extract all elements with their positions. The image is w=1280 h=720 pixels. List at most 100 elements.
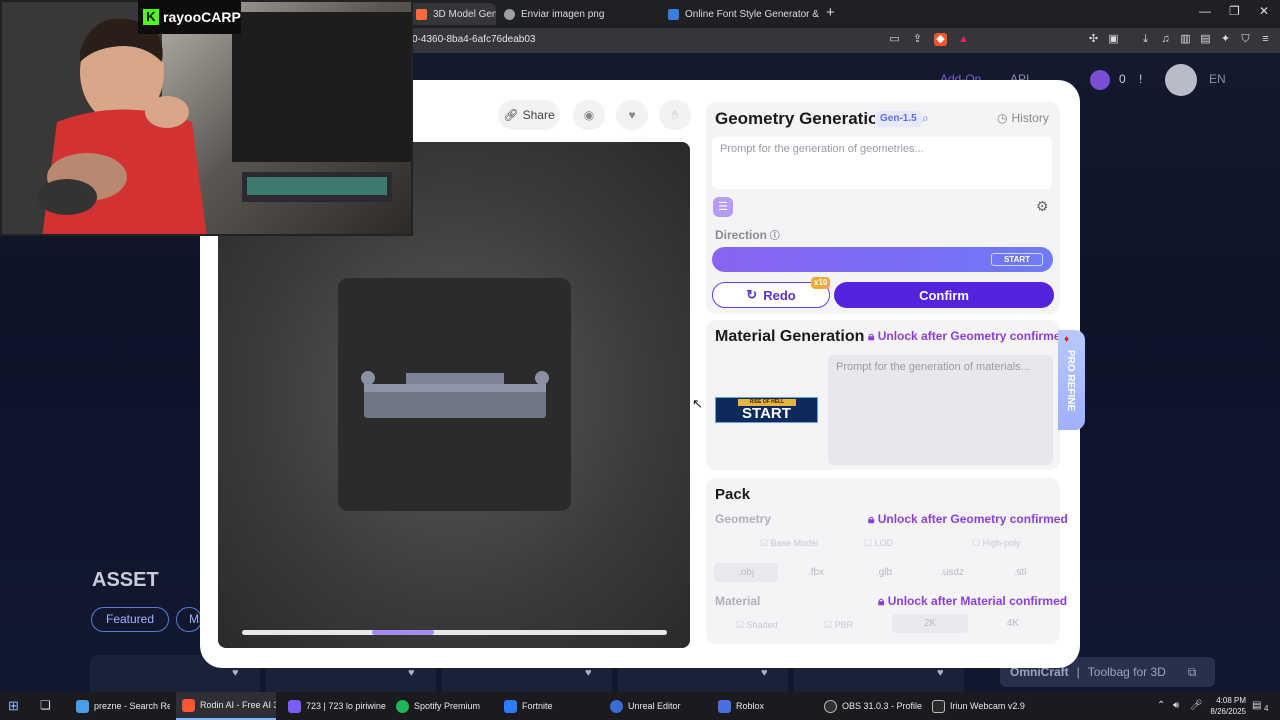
wallet-icon[interactable]: ▤	[1199, 33, 1212, 46]
format-glb[interactable]: .glb	[852, 563, 916, 582]
kick-icon: K	[143, 9, 159, 25]
tab-enviar-imagen[interactable]: Enviar imagen png	[496, 3, 656, 25]
taskbar-label: 723 | 723 lo piriwine...	[306, 701, 386, 711]
pack-title: Pack	[715, 486, 751, 503]
heart-icon[interactable]: ♥	[761, 667, 768, 679]
thumb-icon: ✋︎	[671, 107, 679, 122]
history-button[interactable]: ◷ History	[997, 111, 1049, 125]
credits-icon[interactable]	[1090, 70, 1110, 90]
pack-geometry-lock-text: Unlock after Geometry confirmed	[877, 512, 1068, 526]
lock-icon: 🔒︎	[868, 512, 878, 526]
format-fbx[interactable]: .fbx	[784, 563, 848, 582]
share-page-icon[interactable]: ⇪	[911, 33, 924, 46]
favorite-button[interactable]: ♥	[616, 100, 648, 130]
chip-more[interactable]: Mi	[176, 607, 202, 632]
brave-shield-icon[interactable]: ◆	[934, 33, 947, 46]
direction-bar[interactable]: START	[712, 247, 1053, 272]
avatar[interactable]	[1165, 64, 1197, 96]
windows-start-icon[interactable]: ⊞	[8, 698, 19, 714]
resolution-4k[interactable]: 4K	[975, 614, 1051, 633]
resolution-2k[interactable]: 2K	[892, 614, 968, 633]
taskbar-item-unreal[interactable]: Unreal Editor	[604, 692, 708, 720]
format-obj[interactable]: .obj	[714, 563, 778, 582]
taskbar-item-discord[interactable]: 723 | 723 lo piriwine...	[282, 692, 386, 720]
taskbar-item-search[interactable]: prezne - Search Res...	[70, 692, 170, 720]
taskbar-item-iriun[interactable]: Iriun Webcam v2.9	[926, 692, 1030, 720]
app-icon	[182, 698, 195, 712]
close-window-icon[interactable]: ✕	[1259, 4, 1269, 18]
media-icon[interactable]: ♫	[1159, 33, 1172, 46]
option-lod[interactable]: ☐ LOD	[864, 538, 893, 549]
notifications-icon[interactable]: ▤	[1252, 700, 1261, 711]
globe-icon	[504, 8, 515, 20]
taskbar-item-roblox[interactable]: Roblox	[712, 692, 816, 720]
material-prompt-input[interactable]: Prompt for the generation of materials..…	[828, 355, 1053, 465]
geometry-title: Geometry Generation	[715, 109, 889, 128]
brave-rewards-icon[interactable]: ▲	[957, 33, 970, 46]
sidebar-icon[interactable]: ▥	[1179, 33, 1192, 46]
taskbar-item-spotify[interactable]: Spotify Premium	[390, 692, 490, 720]
heart-icon[interactable]: ♥	[408, 667, 415, 679]
geometry-prompt-input[interactable]: Prompt for the generation of geometries.…	[712, 137, 1052, 189]
external-icon[interactable]: ⧉	[1188, 665, 1197, 680]
app-icon	[610, 699, 623, 713]
tab-search-icon[interactable]: ▣	[1107, 33, 1120, 46]
downloads-icon[interactable]: ⤓	[1139, 33, 1152, 46]
option-pbr[interactable]: ☑ PBR	[824, 620, 853, 631]
tray-chevron-icon[interactable]: ⌃	[1157, 700, 1165, 711]
like-button[interactable]: ✋︎	[659, 100, 691, 130]
option-shaded[interactable]: ☑ Shaded	[736, 620, 778, 631]
app-icon	[932, 699, 945, 713]
reference-image[interactable]: RISE OF HELL START	[715, 397, 818, 423]
tab-3d-model-gen[interactable]: 3D Model Gen ✕	[408, 3, 496, 25]
option-base-model[interactable]: ☑ Base Model	[760, 538, 818, 549]
model-version-badge[interactable]: Gen-1.5	[875, 111, 922, 127]
taskbar-item-rodin[interactable]: Rodin AI - Free AI 3...	[176, 692, 276, 720]
confirm-button[interactable]: Confirm	[834, 282, 1054, 308]
gear-icon[interactable]: ⚙	[1036, 198, 1049, 215]
tab-font-generator[interactable]: Online Font Style Generator & Text E	[660, 3, 820, 25]
site-favicon-icon	[416, 8, 427, 20]
menu-icon[interactable]: ≡	[1259, 33, 1272, 46]
search-icon[interactable]: ⌕	[922, 111, 929, 126]
task-view-icon[interactable]: ❏	[40, 698, 51, 712]
format-usdz[interactable]: .usdz	[920, 563, 984, 582]
option-high-poly[interactable]: ☐ High-poly	[972, 538, 1021, 549]
ai-sparkle-icon[interactable]: ✦	[1219, 33, 1232, 46]
minimize-icon[interactable]: —	[1199, 4, 1211, 18]
cast-icon[interactable]: ▭	[888, 33, 901, 46]
pro-refine-tab[interactable]: ♦ PRO REFINE	[1058, 330, 1085, 430]
taskbar-label: Roblox	[736, 701, 765, 711]
pro-refine-label: PRO REFINE	[1065, 350, 1076, 412]
extensions-icon[interactable]: ✣	[1087, 33, 1100, 46]
app-icon	[718, 699, 731, 713]
taskbar-label: Spotify Premium	[414, 701, 481, 711]
heart-icon[interactable]: ♥	[232, 667, 239, 679]
taskbar-label: prezne - Search Res...	[94, 701, 170, 711]
share-button[interactable]: 🔗︎ Share	[498, 100, 560, 130]
notification-badge[interactable]: !	[1139, 72, 1142, 86]
chip-featured[interactable]: Featured	[91, 607, 170, 632]
restore-icon[interactable]: ❐	[1229, 4, 1240, 18]
heart-icon: ♥	[628, 108, 636, 122]
taskbar-label: Unreal Editor	[628, 701, 681, 711]
taskbar-item-fortnite[interactable]: Fortnite	[498, 692, 598, 720]
new-tab-button[interactable]: +	[826, 4, 835, 21]
volume-icon[interactable]: 🔊︎	[1173, 700, 1179, 711]
vpn-icon[interactable]: ⛉	[1239, 33, 1252, 46]
taskbar-item-obs[interactable]: OBS 31.0.3 - Profile:...	[818, 692, 922, 720]
options-icon[interactable]: ☰	[713, 197, 733, 217]
system-clock[interactable]: 4:08 PM 8/26/2025	[1200, 695, 1246, 717]
pack-geometry-label: Geometry	[715, 512, 772, 526]
tab-label: 3D Model Gen	[433, 8, 496, 20]
asset-section-title: ASSET	[92, 569, 159, 591]
heart-icon[interactable]: ♥	[937, 667, 944, 679]
app-icon	[504, 699, 517, 713]
lock-icon: 🔒︎	[878, 594, 888, 608]
format-stl[interactable]: .stl	[988, 563, 1052, 582]
help-icon[interactable]: ⓘ	[767, 231, 780, 242]
language-switch[interactable]: EN	[1209, 72, 1226, 86]
url-text[interactable]: 0-4360-8ba4-6afc76deab03	[412, 34, 535, 45]
heart-icon[interactable]: ♥	[585, 667, 592, 679]
visibility-button[interactable]: ◉	[573, 100, 605, 130]
